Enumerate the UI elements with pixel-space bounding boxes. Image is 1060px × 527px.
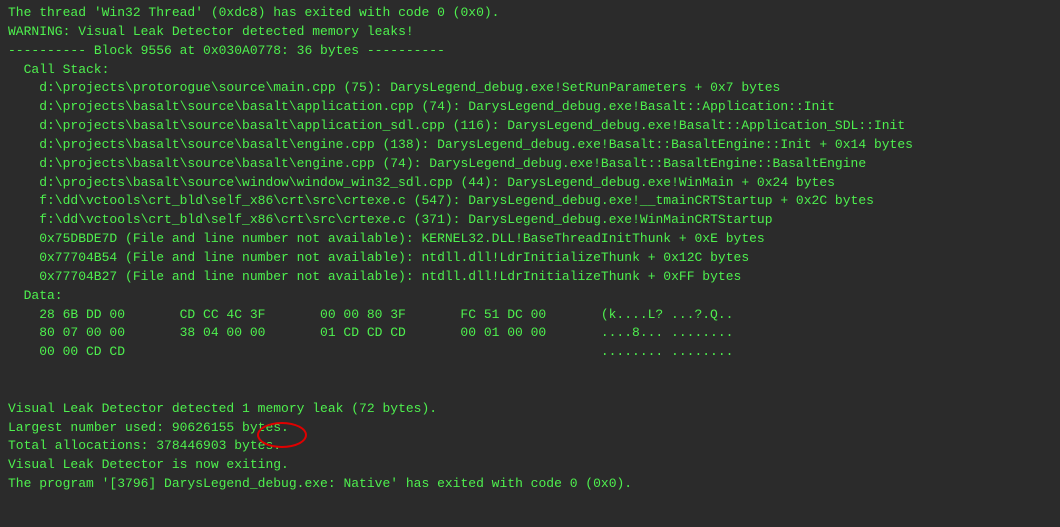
stack-frame: 0x77704B27 (File and line number not ava… [8, 268, 1052, 287]
console-output: The thread 'Win32 Thread' (0xdc8) has ex… [8, 4, 1052, 494]
thread-exit-line: The thread 'Win32 Thread' (0xdc8) has ex… [8, 4, 1052, 23]
summary-total: Total allocations: 378446903 bytes. [8, 437, 1052, 456]
ascii-dump: ........ ........ [570, 343, 734, 362]
blank-line [8, 381, 1052, 400]
data-row: 28 6B DD 00 CD CC 4C 3F 00 00 80 3F FC 51 D… [8, 306, 1052, 325]
call-stack-label: Call Stack: [8, 61, 1052, 80]
hex-group: 00 01 00 00 [460, 324, 569, 343]
stack-frame: d:\projects\basalt\source\window\window_… [8, 174, 1052, 193]
hex-group: CD CC 4C 3F [180, 306, 289, 325]
summary-largest: Largest number used: 90626155 bytes. [8, 419, 1052, 438]
data-row: 80 07 00 00 38 04 00 00 01 CD CD CD 00 01 0… [8, 324, 1052, 343]
hex-group: 00 00 80 3F [320, 306, 429, 325]
summary-exiting: Visual Leak Detector is now exiting. [8, 456, 1052, 475]
ascii-dump: (k....L? ...?.Q.. [570, 306, 734, 325]
stack-frame: f:\dd\vctools\crt_bld\self_x86\crt\src\c… [8, 192, 1052, 211]
stack-frame: d:\projects\basalt\source\basalt\engine.… [8, 155, 1052, 174]
stack-frame: d:\projects\protorogue\source\main.cpp (… [8, 79, 1052, 98]
hex-group: 80 07 00 00 [39, 324, 148, 343]
blank-line [8, 362, 1052, 381]
hex-group: 28 6B DD 00 [39, 306, 148, 325]
ascii-dump: ....8... ........ [570, 324, 734, 343]
stack-frame: d:\projects\basalt\source\basalt\engine.… [8, 136, 1052, 155]
data-label: Data: [8, 287, 1052, 306]
program-exit-line: The program '[3796] DarysLegend_debug.ex… [8, 475, 1052, 494]
hex-group: 01 CD CD CD [320, 324, 429, 343]
summary-detected: Visual Leak Detector detected 1 memory l… [8, 400, 1052, 419]
stack-frame: d:\projects\basalt\source\basalt\applica… [8, 98, 1052, 117]
warning-line: WARNING: Visual Leak Detector detected m… [8, 23, 1052, 42]
stack-frame: 0x75DBDE7D (File and line number not ava… [8, 230, 1052, 249]
data-row: 00 00 CD CD ........ ........ [8, 343, 1052, 362]
hex-group: FC 51 DC 00 [460, 306, 569, 325]
stack-frame: 0x77704B54 (File and line number not ava… [8, 249, 1052, 268]
block-header-line: ---------- Block 9556 at 0x030A0778: 36 … [8, 42, 1052, 61]
hex-group: 38 04 00 00 [180, 324, 289, 343]
stack-frame: d:\projects\basalt\source\basalt\applica… [8, 117, 1052, 136]
stack-frame: f:\dd\vctools\crt_bld\self_x86\crt\src\c… [8, 211, 1052, 230]
hex-group: 00 00 CD CD [39, 343, 148, 362]
